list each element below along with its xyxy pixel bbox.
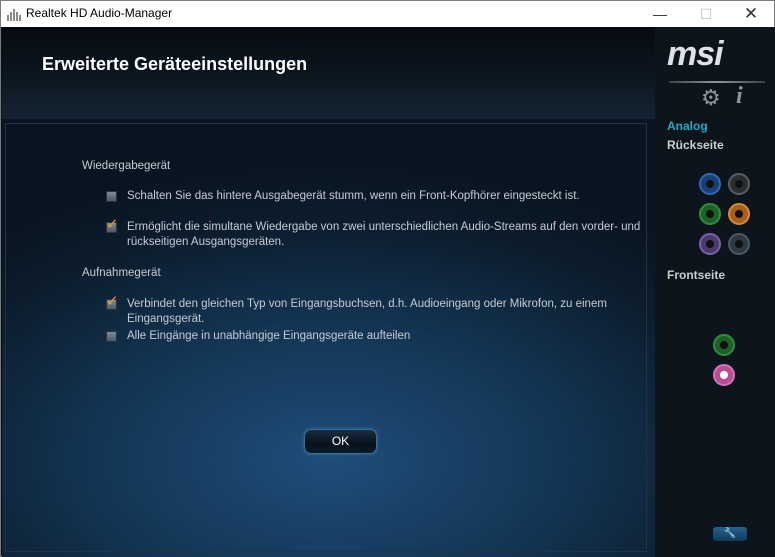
front-jack-pink[interactable]	[713, 364, 735, 386]
speaker-icon	[7, 7, 21, 21]
mute-rear-label: Schalten Sie das hintere Ausgabegerät st…	[127, 190, 580, 202]
rear-jack-purple[interactable]	[699, 233, 721, 255]
playback-section-label: Wiedergabegerät	[82, 160, 171, 172]
analog-section-label: Analog	[667, 119, 708, 133]
ok-button[interactable]: OK	[304, 429, 377, 454]
rear-jack-green[interactable]	[699, 203, 721, 225]
info-icon[interactable]: i	[736, 83, 743, 110]
audio-manager-window: Realtek HD Audio-Manager — ☐ ✕ Erweitert…	[0, 0, 775, 557]
rear-jack-blue[interactable]	[699, 173, 721, 195]
recording-section-label: Aufnahmegerät	[82, 267, 161, 279]
checkmark-icon: ✓	[106, 293, 119, 310]
rear-jack-orange[interactable]	[728, 203, 750, 225]
split-inputs-label: Alle Eingänge in unabhängige Eingangsger…	[127, 330, 411, 342]
front-panel-label: Frontseite	[667, 268, 726, 282]
combine-inputs-label: Verbindet den gleichen Typ von Eingangsb…	[127, 298, 607, 325]
rear-jack-grey[interactable]	[728, 233, 750, 255]
settings-panel: Wiedergabegerät Schalten Sie das hintere…	[2, 119, 655, 557]
minimize-button[interactable]: —	[637, 1, 683, 27]
msi-logo: msi	[667, 35, 724, 73]
title-bar: Realtek HD Audio-Manager — ☐ ✕	[1, 1, 774, 27]
rear-jack-black[interactable]	[728, 173, 750, 195]
front-jack-green[interactable]	[713, 334, 735, 356]
split-inputs-checkbox[interactable]	[106, 331, 117, 342]
rear-panel-label: Rückseite	[667, 138, 724, 152]
window-title: Realtek HD Audio-Manager	[26, 6, 173, 20]
mute-rear-checkbox[interactable]	[106, 191, 117, 202]
connector-sidebar: msi ⚙ i Analog Rückseite Frontseite 🔧	[655, 27, 775, 557]
logo-underline	[669, 81, 765, 83]
dual-stream-checkbox[interactable]: ✓	[106, 217, 119, 233]
header: Erweiterte Geräteeinstellungen	[2, 27, 655, 119]
checkmark-icon: ✓	[106, 216, 119, 233]
close-button[interactable]: ✕	[728, 1, 774, 27]
maximize-button[interactable]: ☐	[683, 1, 729, 27]
gear-icon[interactable]: ⚙	[701, 85, 721, 111]
combine-inputs-checkbox[interactable]: ✓	[106, 294, 119, 310]
dual-stream-label: Ermöglicht die simultane Wiedergabe von …	[127, 221, 641, 248]
wrench-icon[interactable]: 🔧	[713, 527, 747, 541]
page-title: Erweiterte Geräteeinstellungen	[42, 54, 308, 74]
